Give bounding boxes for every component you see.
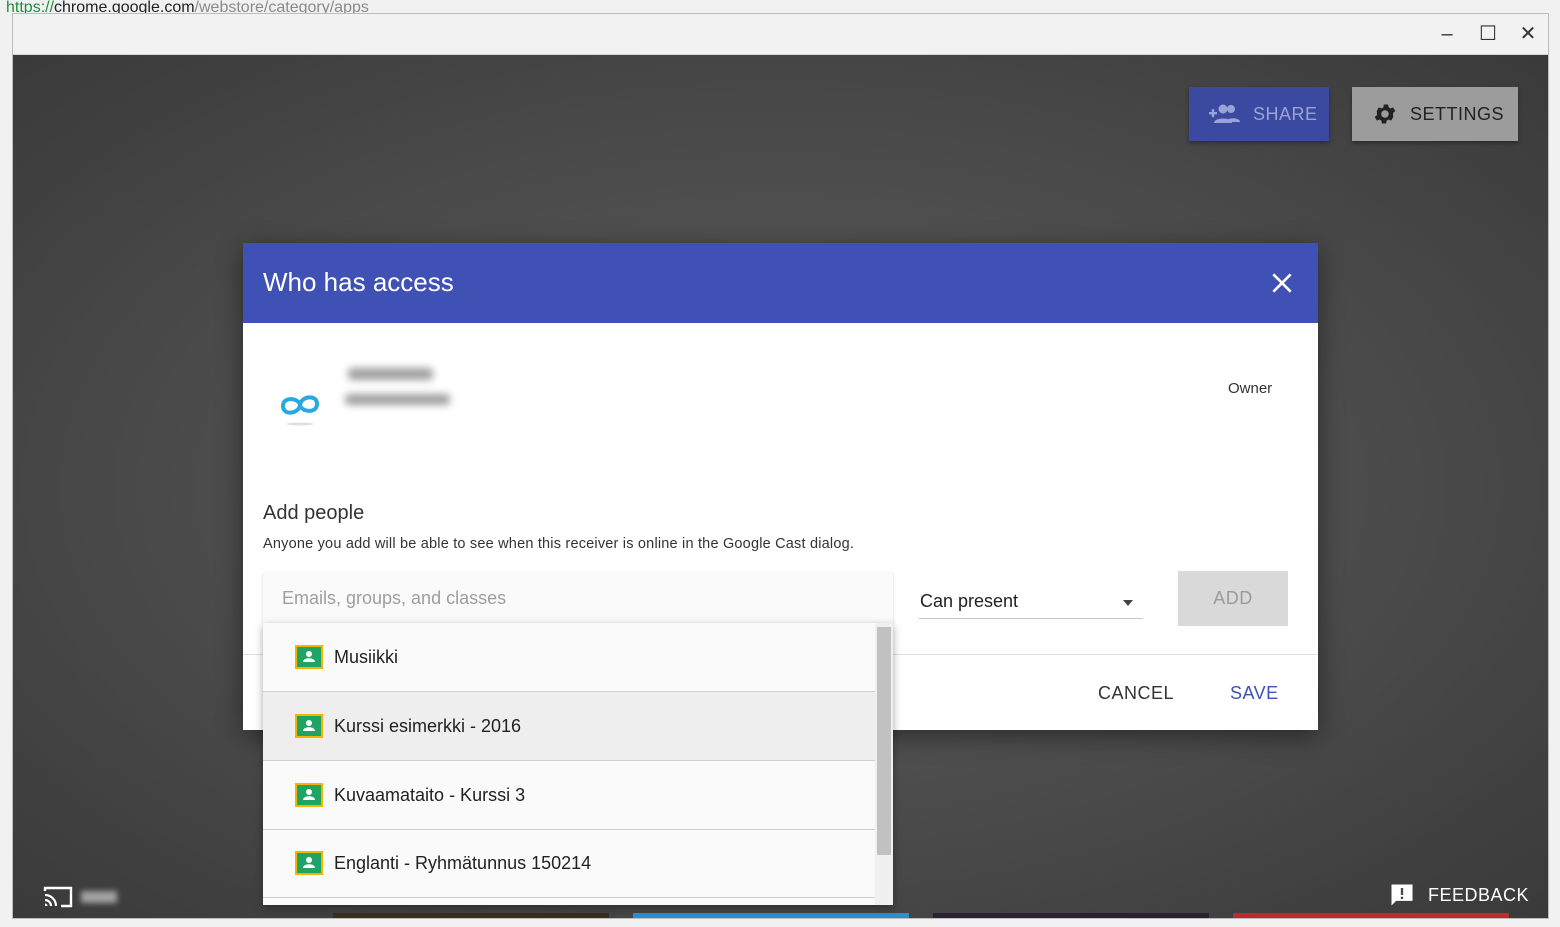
feedback-icon — [1391, 884, 1413, 906]
suggestion-label: Kurssi esimerkki - 2016 — [334, 715, 522, 736]
cast-device-name-redacted — [81, 891, 117, 903]
suggestion-label: Musiikki — [334, 646, 399, 667]
suggestion-item[interactable]: Kurssi esimerkki - 2016 — [263, 692, 875, 761]
owner-row: Owner — [243, 323, 1318, 473]
add-people-description: Anyone you add will be able to see when … — [263, 536, 855, 552]
classroom-icon — [295, 783, 323, 807]
people-search-box — [263, 573, 893, 623]
app-tile — [633, 913, 909, 918]
suggestion-scrollbar[interactable] — [875, 623, 893, 905]
feedback-label: FEEDBACK — [1428, 884, 1530, 905]
add-button[interactable]: ADD — [1178, 571, 1288, 626]
suggestion-dropdown: Musiikki Kurssi esimerkki - 2016 Kuvaama… — [263, 623, 893, 905]
suggestion-item[interactable]: Englanti - Ryhmätunnus 150214 — [263, 829, 875, 898]
maximize-icon: ☐ — [1479, 23, 1497, 45]
gear-icon — [1374, 104, 1396, 124]
share-label: SHARE — [1253, 103, 1318, 124]
add-person-icon — [1209, 104, 1240, 123]
permission-select[interactable]: Can present — [919, 588, 1143, 619]
owner-email-redacted — [345, 394, 450, 405]
owner-role-label: Owner — [1228, 380, 1273, 397]
url-path: /webstore/category/apps — [194, 0, 369, 14]
background-app-tiles — [323, 913, 1548, 918]
classroom-icon — [295, 714, 323, 738]
classroom-icon — [295, 851, 323, 875]
window-titlebar: – ☐ ✕ — [13, 14, 1548, 55]
save-button[interactable]: SAVE — [1230, 683, 1279, 704]
owner-avatar-icon — [280, 395, 320, 426]
cast-icon — [43, 886, 73, 908]
url-bar-peek[interactable]: https://chrome.google.com/webstore/categ… — [6, 0, 369, 14]
dropdown-arrow-icon — [1123, 600, 1133, 606]
app-tile — [1233, 913, 1509, 918]
minimize-icon: – — [1441, 23, 1453, 45]
scrollbar-thumb[interactable] — [877, 627, 891, 855]
settings-button[interactable]: SETTINGS — [1352, 87, 1518, 141]
dialog-title: Who has access — [263, 267, 454, 297]
owner-name-redacted — [348, 368, 433, 380]
cast-device-indicator — [43, 885, 117, 909]
settings-label: SETTINGS — [1410, 103, 1505, 124]
minimize-button[interactable]: – — [1435, 22, 1459, 46]
permission-value: Can present — [920, 591, 1019, 611]
classroom-icon — [295, 645, 323, 669]
suggestion-label: Englanti - Ryhmätunnus 150214 — [334, 852, 592, 873]
suggestion-item[interactable]: Musiikki — [263, 623, 875, 692]
window-close-icon: ✕ — [1519, 23, 1537, 45]
people-search-input[interactable] — [263, 573, 882, 623]
url-host: chrome.google.com — [54, 0, 195, 14]
suggestion-label: Kuvaamataito - Kurssi 3 — [334, 784, 526, 805]
app-tile — [333, 913, 609, 918]
add-people-title: Add people — [263, 502, 365, 524]
dialog-header: Who has access — [243, 243, 1318, 323]
close-icon[interactable] — [1269, 270, 1295, 296]
cancel-button[interactable]: CANCEL — [1098, 683, 1174, 704]
suggestion-item[interactable]: Kuvaamataito - Kurssi 3 — [263, 761, 875, 830]
app-tile — [933, 913, 1209, 918]
feedback-button[interactable]: FEEDBACK — [1388, 881, 1529, 909]
maximize-button[interactable]: ☐ — [1476, 22, 1500, 46]
url-scheme: https:// — [6, 0, 55, 14]
share-button[interactable]: SHARE — [1189, 87, 1329, 141]
window-close-button[interactable]: ✕ — [1516, 22, 1540, 46]
